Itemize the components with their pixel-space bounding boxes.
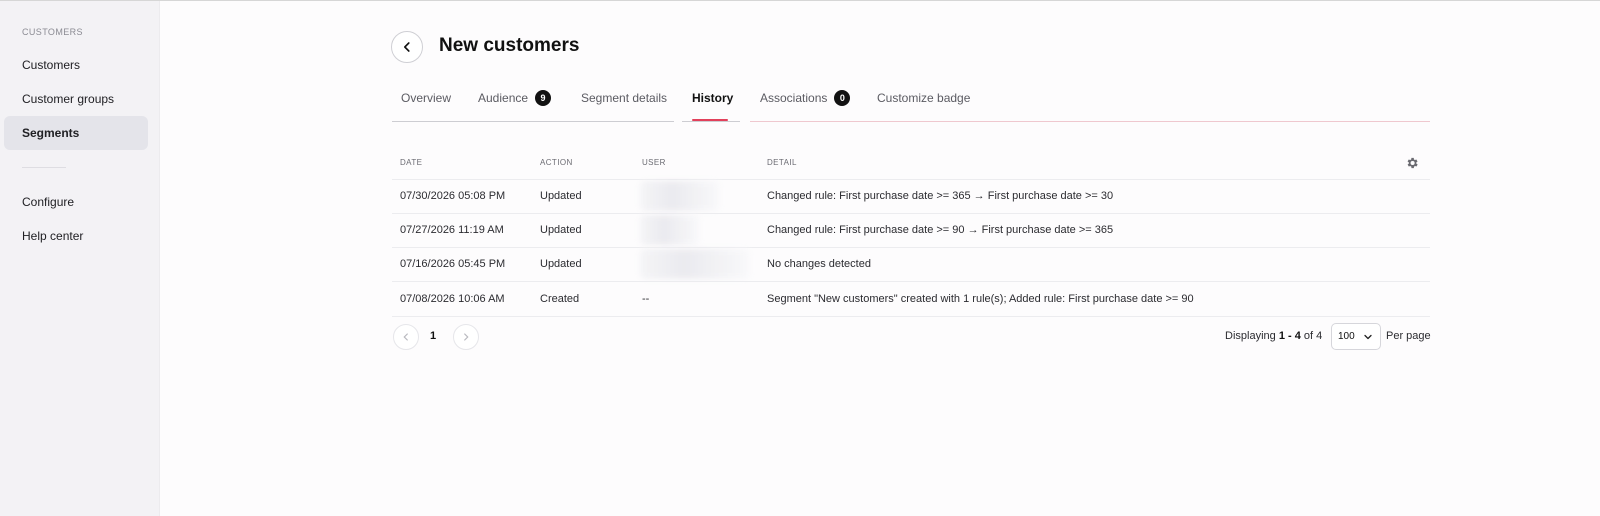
cell-action: Updated bbox=[540, 258, 582, 270]
sidebar: CUSTOMERS Customers Customer groups Segm… bbox=[0, 1, 160, 516]
cell-detail: No changes detected bbox=[767, 258, 871, 270]
sidebar-item-customer-groups[interactable]: Customer groups bbox=[4, 82, 148, 116]
tabs-divider bbox=[682, 121, 740, 122]
per-page-label: Per page bbox=[1386, 330, 1431, 342]
gear-icon[interactable] bbox=[1405, 156, 1419, 170]
row-divider bbox=[392, 247, 1430, 248]
cell-user: -- bbox=[642, 293, 650, 305]
cell-date: 07/30/2026 05:08 PM bbox=[400, 190, 506, 202]
results-total: 4 bbox=[1316, 330, 1323, 342]
tab-label: Segment details bbox=[581, 91, 668, 105]
per-page-select[interactable]: 100 bbox=[1331, 323, 1381, 350]
results-summary: Displaying 1 - 4 of 4 bbox=[1225, 330, 1322, 342]
tab-label: Customize badge bbox=[877, 91, 971, 105]
tab-associations[interactable]: Associations 0 bbox=[760, 88, 851, 108]
cell-detail: Changed rule: First purchase date >= 90 … bbox=[767, 224, 1114, 236]
sidebar-heading: CUSTOMERS bbox=[22, 27, 83, 37]
displaying-label: Displaying bbox=[1225, 330, 1276, 342]
page-number[interactable]: 1 bbox=[430, 330, 436, 342]
back-button[interactable] bbox=[391, 31, 423, 63]
of-label: of bbox=[1303, 330, 1314, 342]
chevron-right-icon bbox=[464, 333, 469, 341]
top-border bbox=[0, 0, 1600, 1]
column-header-user[interactable]: USER bbox=[642, 158, 666, 167]
tab-label: Audience bbox=[478, 91, 529, 105]
tab-customize-badge[interactable]: Customize badge bbox=[877, 88, 970, 108]
row-divider bbox=[392, 316, 1430, 317]
sidebar-item-help-center[interactable]: Help center bbox=[4, 219, 148, 253]
tab-label: Overview bbox=[401, 91, 452, 105]
cell-date: 07/08/2026 10:06 AM bbox=[400, 293, 505, 305]
row-divider bbox=[392, 213, 1430, 214]
tab-overview[interactable]: Overview bbox=[401, 88, 451, 108]
tabs-divider bbox=[750, 121, 1430, 122]
sidebar-item-segments[interactable]: Segments bbox=[4, 116, 148, 150]
sidebar-item-configure[interactable]: Configure bbox=[4, 185, 148, 219]
cell-detail: Changed rule: First purchase date >= 365… bbox=[767, 190, 1114, 202]
per-page-value: 100 bbox=[1338, 331, 1355, 342]
tabs-divider bbox=[392, 121, 674, 122]
column-header-detail[interactable]: DETAIL bbox=[767, 158, 797, 167]
chevron-left-icon bbox=[404, 42, 410, 52]
sidebar-item-customers[interactable]: Customers bbox=[4, 48, 148, 82]
page-title: New customers bbox=[439, 35, 580, 56]
active-tab-indicator bbox=[692, 119, 728, 121]
user-redacted bbox=[640, 249, 750, 279]
count-badge: 9 bbox=[535, 90, 552, 106]
column-header-date[interactable]: DATE bbox=[400, 158, 422, 167]
cell-action: Updated bbox=[540, 190, 582, 202]
tab-label: Associations bbox=[760, 91, 828, 105]
tab-history[interactable]: History bbox=[692, 88, 733, 108]
prev-page-button[interactable] bbox=[393, 324, 419, 350]
cell-detail: Segment "New customers" created with 1 r… bbox=[767, 293, 1194, 305]
tab-segment-details[interactable]: Segment details bbox=[581, 88, 667, 108]
cell-action: Updated bbox=[540, 224, 582, 236]
user-redacted bbox=[640, 215, 700, 245]
sidebar-divider bbox=[22, 167, 66, 168]
cell-date: 07/27/2026 11:19 AM bbox=[400, 224, 504, 236]
tab-label: History bbox=[692, 91, 734, 105]
user-redacted bbox=[640, 181, 720, 211]
cell-action: Created bbox=[540, 293, 580, 305]
cell-date: 07/16/2026 05:45 PM bbox=[400, 258, 506, 270]
chevron-down-icon bbox=[1364, 334, 1372, 339]
count-badge: 0 bbox=[834, 90, 851, 106]
column-header-action[interactable]: ACTION bbox=[540, 158, 573, 167]
row-divider bbox=[392, 281, 1430, 282]
row-divider bbox=[392, 179, 1430, 180]
next-page-button[interactable] bbox=[453, 324, 479, 350]
chevron-left-icon bbox=[403, 333, 408, 341]
results-range: 1 - 4 bbox=[1278, 330, 1301, 342]
tab-audience[interactable]: Audience 9 bbox=[478, 88, 552, 108]
